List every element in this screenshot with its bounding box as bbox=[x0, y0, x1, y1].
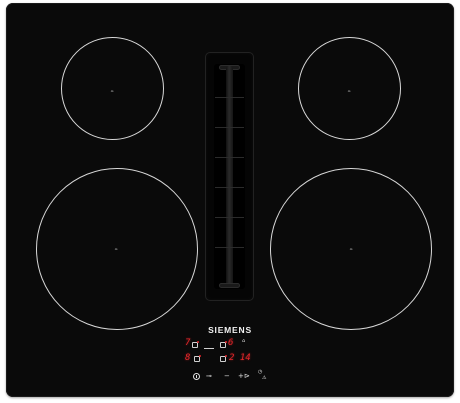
vent-cap-bottom bbox=[219, 283, 240, 288]
vent-rail bbox=[226, 66, 233, 287]
touch-control-panel: 7 6 ⌂ 8 2 14 ⊸ − +⊳ ◷ ⚠ bbox=[182, 338, 280, 384]
zone-select-front-right-icon[interactable] bbox=[220, 355, 227, 362]
vent-rib bbox=[215, 97, 244, 98]
power-level-front-right: 2 14 bbox=[229, 353, 251, 363]
zone-mark-rear-right-icon: ∞ bbox=[347, 88, 351, 94]
vent-rib bbox=[215, 127, 244, 128]
zone-select-rear-left-icon[interactable] bbox=[192, 341, 199, 348]
fan-level-icon[interactable]: ⊸ bbox=[206, 372, 212, 380]
vent-rib bbox=[215, 187, 244, 188]
zone-mark-rear-left-icon: ∞ bbox=[110, 88, 114, 94]
warning-icon[interactable]: ⚠ bbox=[262, 375, 266, 381]
power-level-front-left: 8 bbox=[185, 353, 191, 363]
brand-logo: SIEMENS bbox=[208, 325, 252, 335]
plus-fan-button[interactable]: +⊳ bbox=[238, 372, 250, 380]
power-button-icon[interactable] bbox=[193, 373, 200, 380]
design-badge bbox=[418, 9, 440, 11]
zone-select-rear-right-icon[interactable] bbox=[220, 341, 227, 348]
cooktop-glass: ∞ ∞ ∞ ∞ SIEMENS 7 6 ⌂ 8 2 14 ⊸ − +⊳ ◷ ⚠ bbox=[6, 3, 454, 397]
zone-select-front-left-icon[interactable] bbox=[194, 355, 201, 362]
vent-rib bbox=[215, 157, 244, 158]
zone-mark-front-left-icon: ∞ bbox=[114, 246, 118, 252]
vent-rib bbox=[215, 247, 244, 248]
downdraft-vent[interactable] bbox=[205, 52, 254, 301]
slider-rear[interactable] bbox=[204, 348, 214, 349]
minus-button[interactable]: − bbox=[224, 372, 230, 380]
vent-rib bbox=[215, 217, 244, 218]
child-lock-icon[interactable]: ⌂ bbox=[242, 338, 245, 344]
power-level-rear-right: 6 bbox=[228, 338, 234, 348]
power-level-rear-left: 7 bbox=[185, 338, 191, 348]
zone-mark-front-right-icon: ∞ bbox=[349, 246, 353, 252]
